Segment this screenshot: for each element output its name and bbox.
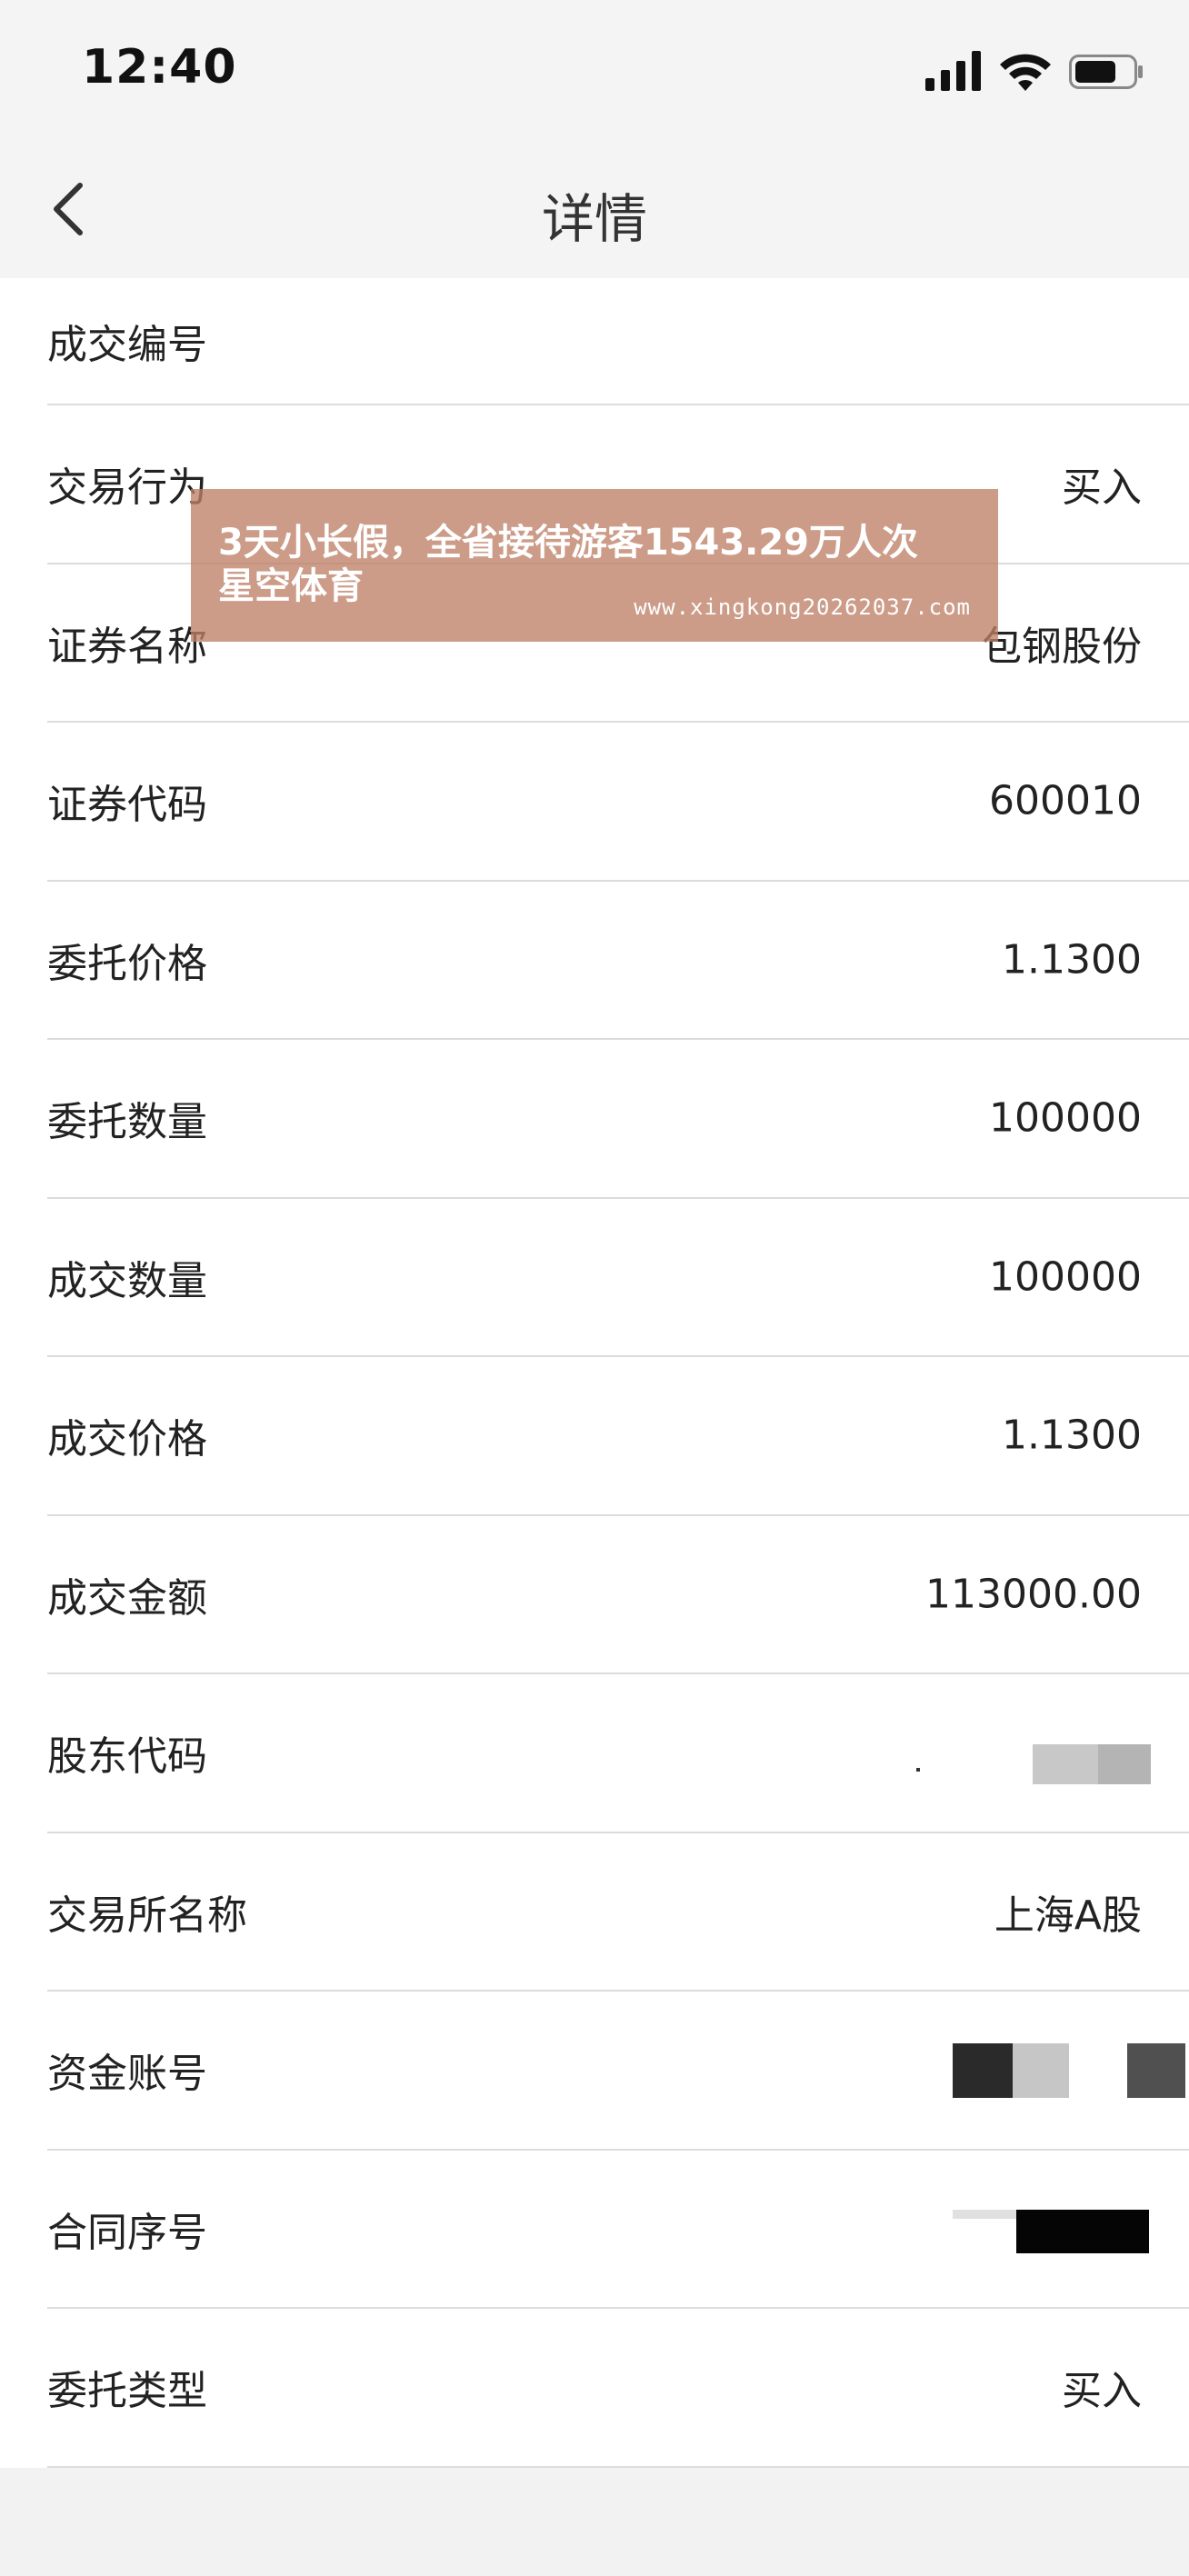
row-label: 资金账号 xyxy=(47,2051,207,2098)
status-time: 12:40 xyxy=(82,40,237,95)
battery-icon xyxy=(1069,55,1143,89)
row-label: 交易所名称 xyxy=(47,1892,247,1939)
detail-row-order-quantity: 委托数量 100000 xyxy=(47,1040,1189,1199)
redacted-value xyxy=(916,2038,1189,2102)
detail-row-exchange-name: 交易所名称 上海A股 xyxy=(47,1833,1189,1992)
row-label: 股东代码 xyxy=(47,1733,207,1781)
cellular-signal-icon xyxy=(925,51,981,91)
row-label: 成交价格 xyxy=(47,1416,207,1463)
detail-row-trade-number: 成交编号 xyxy=(47,278,1189,405)
row-value: 600010 xyxy=(989,777,1142,824)
row-label: 成交编号 xyxy=(47,322,207,368)
watermark-url: www.xingkong20262037.com xyxy=(634,594,971,620)
row-label: 成交数量 xyxy=(47,1257,207,1304)
watermark-banner: 3天小长假，全省接待游客1543.29万人次 星空体育 www.xingkong… xyxy=(191,489,998,642)
detail-row-security-code: 证券代码 600010 xyxy=(47,723,1189,882)
status-bar: 12:40 xyxy=(0,0,1189,136)
row-value: 1.1300 xyxy=(1002,936,1142,983)
detail-row-order-type: 委托类型 买入 xyxy=(47,2309,1189,2468)
detail-row-contract-number: 合同序号 xyxy=(47,2151,1189,2309)
detail-row-filled-quantity: 成交数量 100000 xyxy=(47,1199,1189,1357)
wifi-icon xyxy=(1000,54,1051,91)
detail-row-filled-amount: 成交金额 113000.00 xyxy=(47,1516,1189,1674)
detail-row-order-price: 委托价格 1.1300 xyxy=(47,882,1189,1040)
row-value: 100000 xyxy=(989,1094,1142,1142)
page-title: 详情 xyxy=(541,188,647,250)
redacted-value xyxy=(916,1721,1189,1785)
row-value: 买入 xyxy=(1062,2368,1142,2415)
row-label: 交易行为 xyxy=(47,464,207,512)
redacted-value xyxy=(916,2196,1189,2261)
row-label: 委托数量 xyxy=(47,1099,207,1146)
row-value: 包钢股份 xyxy=(982,623,1142,670)
row-value: 100000 xyxy=(989,1253,1142,1301)
row-label: 合同序号 xyxy=(47,2209,207,2256)
row-label: 委托类型 xyxy=(47,2368,207,2415)
row-label: 成交金额 xyxy=(47,1574,207,1622)
detail-row-fund-account: 资金账号 xyxy=(47,1992,1189,2151)
row-value: 1.1300 xyxy=(1002,1412,1142,1459)
row-label: 证券代码 xyxy=(47,782,207,829)
nav-bar: 详情 xyxy=(0,136,1189,278)
detail-row-shareholder-code: 股东代码 xyxy=(47,1674,1189,1833)
row-value: 买入 xyxy=(1062,464,1142,512)
watermark-brand: 星空体育 xyxy=(218,565,364,607)
status-icons xyxy=(925,51,1144,95)
row-label: 委托价格 xyxy=(47,940,207,987)
row-value: 上海A股 xyxy=(994,1892,1142,1939)
row-label: 证券名称 xyxy=(47,623,207,670)
detail-row-filled-price: 成交价格 1.1300 xyxy=(47,1357,1189,1516)
row-value: 113000.00 xyxy=(925,1571,1142,1618)
